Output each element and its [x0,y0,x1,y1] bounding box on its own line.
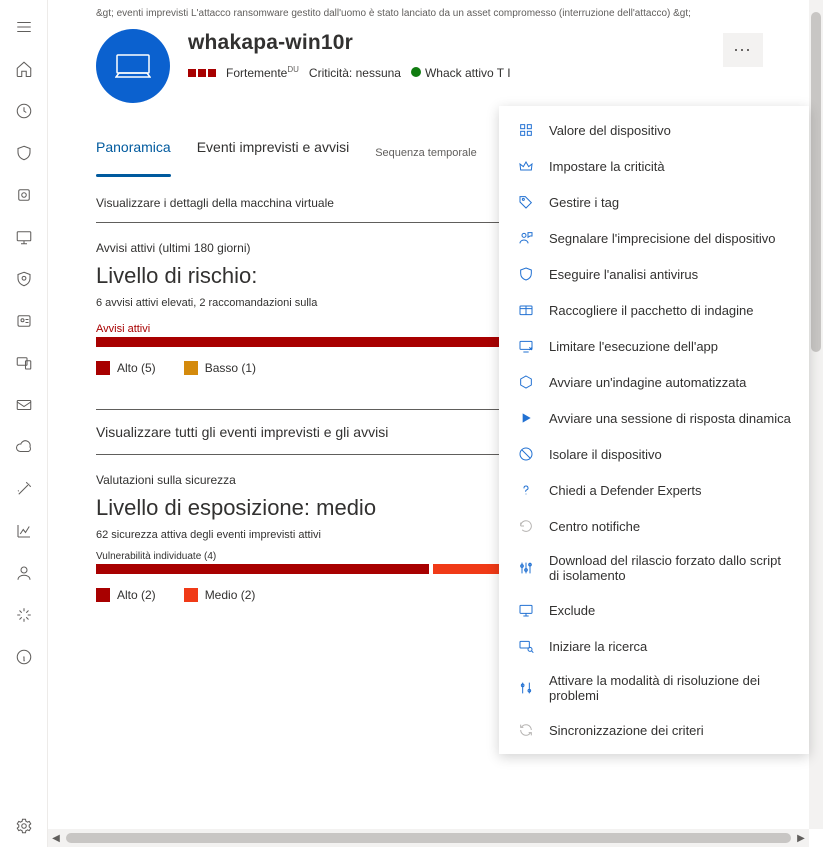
alerts-bar-chart [96,337,502,347]
menu-item-label: Avviare un'indagine automatizzata [549,375,746,390]
menu-item-restrict[interactable]: Limitare l'esecuzione dell'app [499,328,809,364]
status-label: Whack attivo T I [425,66,511,80]
menu-item-grid[interactable]: Valore del dispositivo [499,112,809,148]
restrict-icon [517,337,535,355]
menu-item-history[interactable]: Centro notifiche [499,508,809,544]
more-actions-button[interactable]: ⋯ [723,33,763,67]
menu-item-label: Avviare una sessione di risposta dinamic… [549,411,791,426]
divider [96,409,502,410]
actions-menu: Valore del dispositivo Impostare la criti… [499,106,809,754]
cloud-icon[interactable] [0,426,48,468]
history-icon [517,517,535,535]
tag-icon [517,193,535,211]
menu-item-label: Download del rilascio forzato dallo scri… [549,553,791,583]
badge-icon[interactable] [0,258,48,300]
sliders-icon [517,559,535,577]
tab-incidents[interactable]: Eventi imprevisti e avvisi [197,133,350,177]
legend-vuln-high: Alto (2) [96,588,156,602]
menu-item-label: Impostare la criticità [549,159,665,174]
play-icon [517,409,535,427]
contact-icon[interactable] [0,300,48,342]
vertical-scrollbar[interactable] [809,0,823,829]
device-meta: FortementeDU Criticità: nessuna Whack at… [188,65,823,80]
menu-item-label: Isolare il dispositivo [549,447,662,462]
menu-item-person-feedback[interactable]: Segnalare l'imprecisione del dispositivo [499,220,809,256]
person-icon[interactable] [0,552,48,594]
info-icon[interactable] [0,636,48,678]
package-icon [517,301,535,319]
status-dot-icon [411,67,421,77]
nav-rail [0,0,48,847]
breadcrumb[interactable]: &gt; eventi imprevisti L'attacco ransomw… [96,0,823,29]
menu-item-search-device[interactable]: Iniziare la ricerca [499,628,809,664]
menu-item-question[interactable]: Chiedi a Defender Experts [499,472,809,508]
menu-item-play[interactable]: Avviare una sessione di risposta dinamic… [499,400,809,436]
menu-item-label: Gestire i tag [549,195,619,210]
box-icon[interactable] [0,174,48,216]
menu-item-block[interactable]: Isolare il dispositivo [499,436,809,472]
menu-item-sliders[interactable]: Download del rilascio forzato dallo scri… [499,544,809,592]
menu-item-label: Sincronizzazione dei criteri [549,723,704,738]
monitor-icon [517,601,535,619]
menu-item-package[interactable]: Raccogliere il pacchetto di indagine [499,292,809,328]
person-feedback-icon [517,229,535,247]
wand-icon[interactable] [0,468,48,510]
severity-superscript: DU [287,65,299,74]
shield-nav-icon[interactable] [0,132,48,174]
menu-item-label: Attivare la modalità di risoluzione dei … [549,673,791,703]
question-icon [517,481,535,499]
criticality-label: Criticità: nessuna [309,66,401,80]
menu-item-label: Exclude [549,603,595,618]
severity-label: Fortemente [226,66,287,80]
menu-item-sync[interactable]: Sincronizzazione dei criteri [499,712,809,748]
menu-item-label: Eseguire l'analisi antivirus [549,267,698,282]
block-icon [517,445,535,463]
mail-icon[interactable] [0,384,48,426]
crown-icon [517,157,535,175]
menu-item-hexagon[interactable]: Avviare un'indagine automatizzata [499,364,809,400]
severity-squares-icon [188,69,216,77]
settings-icon[interactable] [0,805,48,847]
menu-item-label: Chiedi a Defender Experts [549,483,701,498]
menu-item-label: Raccogliere il pacchetto di indagine [549,303,754,318]
main-pane: &gt; eventi imprevisti L'attacco ransomw… [48,0,823,847]
legend-low: Basso (1) [184,361,256,375]
sparkle-icon[interactable] [0,594,48,636]
vuln-bar-chart [96,564,502,574]
device-avatar [96,29,170,103]
tab-timeline[interactable]: Sequenza temporale [375,141,477,169]
tab-overview[interactable]: Panoramica [96,133,171,177]
menu-item-label: Limitare l'esecuzione dell'app [549,339,718,354]
shield-icon [517,265,535,283]
hexagon-icon [517,373,535,391]
sync-icon [517,721,535,739]
scroll-right-icon[interactable]: ▶ [793,830,809,846]
menu-item-label: Valore del dispositivo [549,123,671,138]
devices-icon[interactable] [0,342,48,384]
menu-item-label: Segnalare l'imprecisione del dispositivo [549,231,776,246]
troubleshoot-icon [517,679,535,697]
horizontal-scrollbar[interactable]: ◀ ▶ [48,829,809,847]
chart-icon[interactable] [0,510,48,552]
vm-details-link[interactable]: Visualizzare i dettagli della macchina v… [96,196,502,223]
legend-high: Alto (5) [96,361,156,375]
legend-vuln-med: Medio (2) [184,588,256,602]
menu-icon[interactable] [0,6,48,48]
view-all-incidents-link[interactable]: Visualizzare tutti gli eventi imprevisti… [96,424,502,455]
menu-item-label: Centro notifiche [549,519,640,534]
clock-icon[interactable] [0,90,48,132]
desktop-icon[interactable] [0,216,48,258]
menu-item-troubleshoot[interactable]: Attivare la modalità di risoluzione dei … [499,664,809,712]
menu-item-crown[interactable]: Impostare la criticità [499,148,809,184]
menu-item-label: Iniziare la ricerca [549,639,647,654]
menu-item-shield[interactable]: Eseguire l'analisi antivirus [499,256,809,292]
menu-item-monitor[interactable]: Exclude [499,592,809,628]
scroll-left-icon[interactable]: ◀ [48,830,64,846]
grid-icon [517,121,535,139]
menu-item-tag[interactable]: Gestire i tag [499,184,809,220]
search-device-icon [517,637,535,655]
home-icon[interactable] [0,48,48,90]
